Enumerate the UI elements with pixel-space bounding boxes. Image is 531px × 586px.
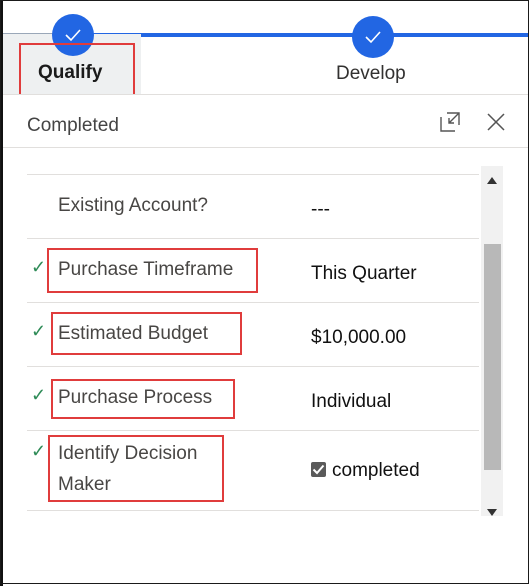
window-frame [0, 0, 529, 584]
